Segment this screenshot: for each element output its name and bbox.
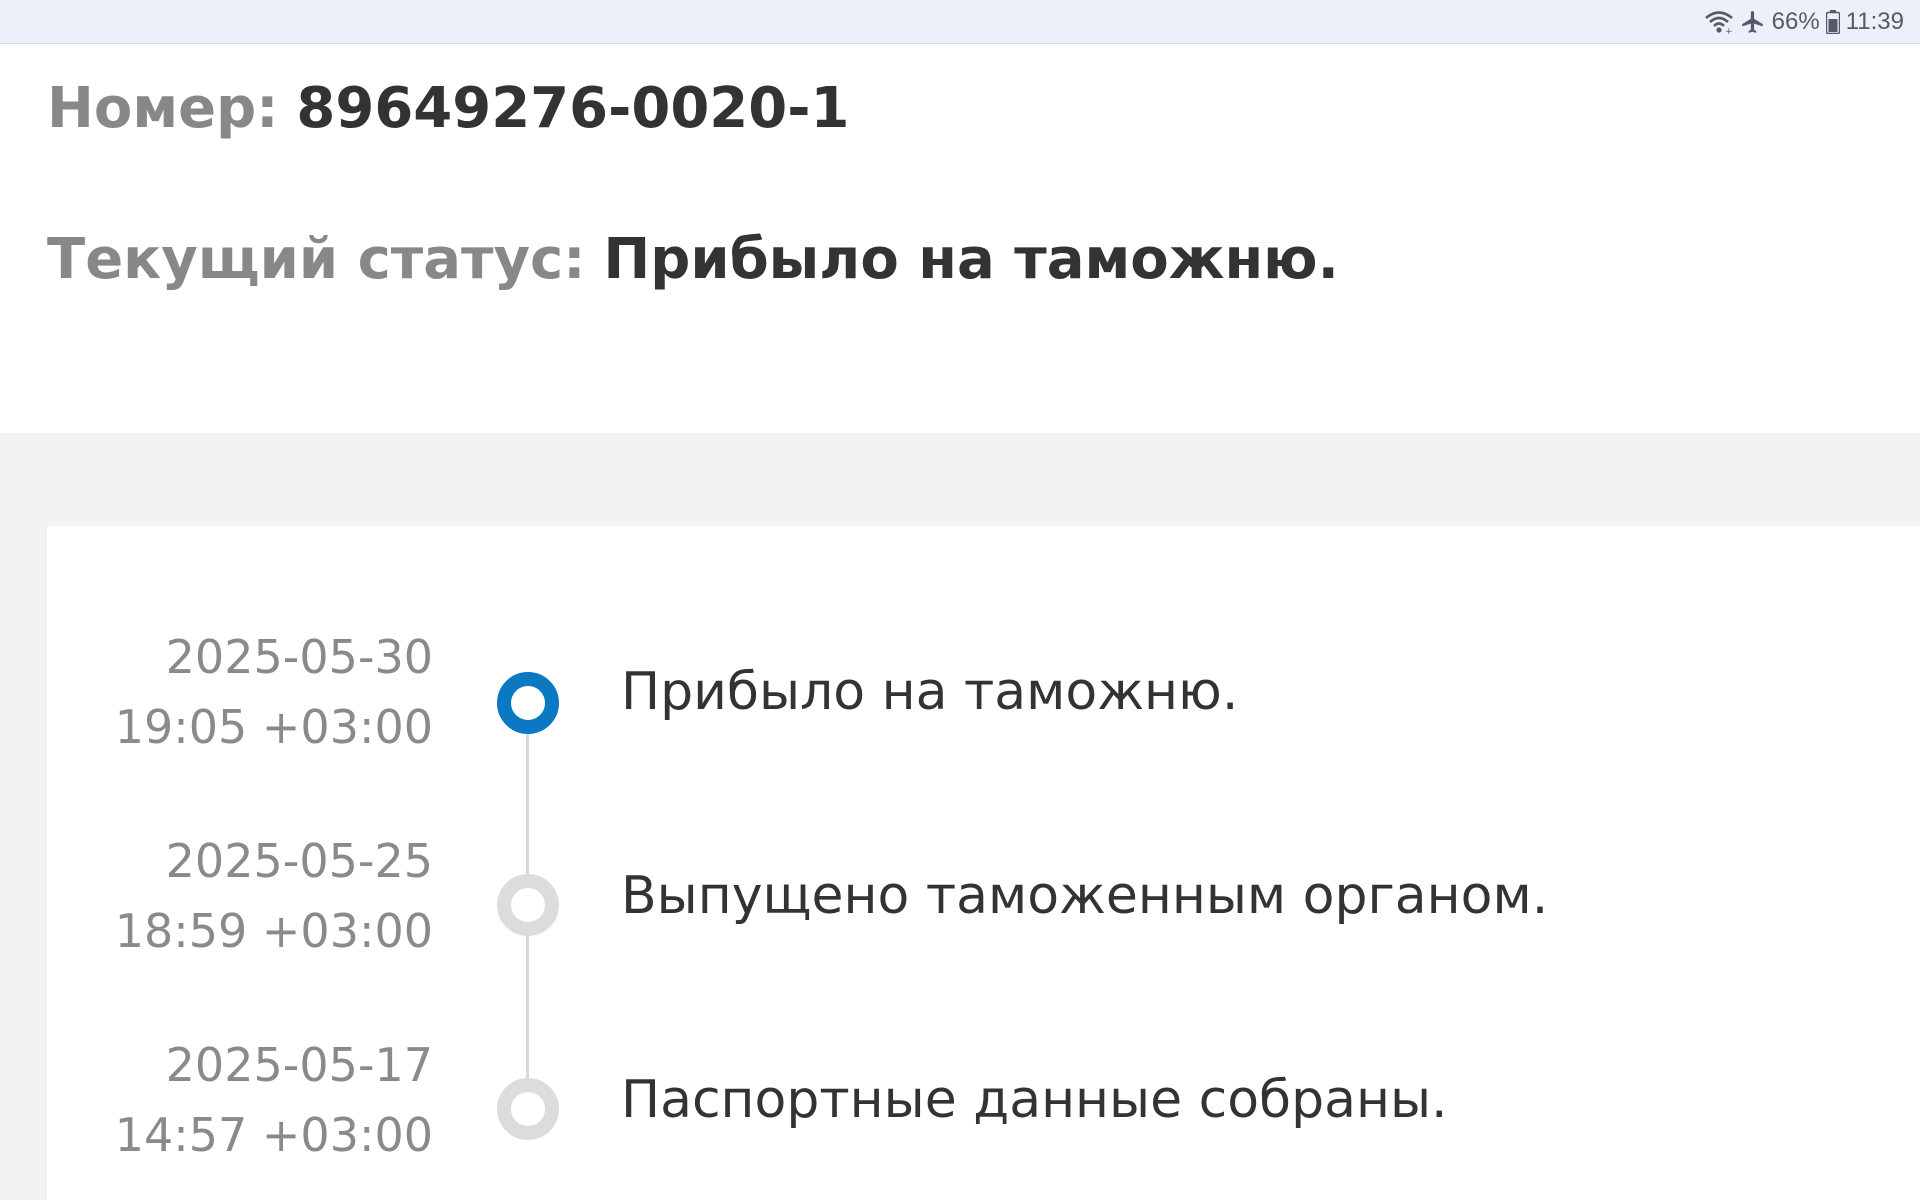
- event-datetime: 2025-05-17 14:57 +03:00: [115, 1030, 433, 1170]
- event-time: 14:57 +03:00: [114, 1108, 433, 1162]
- airplane-icon: [1740, 9, 1766, 35]
- svg-text:+: +: [1725, 27, 1733, 35]
- battery-percent: 66%: [1771, 7, 1820, 35]
- timeline-dot: [497, 874, 559, 936]
- event-datetime: 2025-05-25 18:59 +03:00: [115, 826, 433, 966]
- event-date: 2025-05-25: [165, 834, 433, 888]
- tracking-number-row: Номер: 89649276-0020-1: [47, 76, 849, 141]
- timeline-event: 2025-05-17 14:57 +03:00 Паспортные данны…: [0, 1030, 1920, 1170]
- tracking-number-label: Номер:: [47, 76, 279, 141]
- event-time: 19:05 +03:00: [114, 700, 433, 754]
- battery-icon: [1825, 9, 1840, 34]
- clock-time: 11:39: [1845, 7, 1904, 35]
- event-description: Прибыло на таможню.: [621, 662, 1239, 722]
- event-datetime: 2025-05-30 19:05 +03:00: [115, 622, 433, 762]
- current-status-value: Прибыло на таможню.: [603, 227, 1339, 292]
- wifi-icon: +: [1704, 9, 1734, 35]
- status-icons: + 66% 11:39: [1704, 0, 1904, 43]
- tracking-header: Номер: 89649276-0020-1 Текущий статус: П…: [0, 44, 1920, 433]
- current-status-label: Текущий статус:: [47, 227, 586, 292]
- event-description: Выпущено таможенным органом.: [621, 866, 1549, 926]
- event-time: 18:59 +03:00: [114, 904, 433, 958]
- tracking-number-value: 89649276-0020-1: [296, 76, 850, 141]
- timeline-dot: [497, 1078, 559, 1140]
- event-date: 2025-05-30: [165, 630, 433, 684]
- event-description: Паспортные данные собраны.: [621, 1070, 1448, 1130]
- current-status-row: Текущий статус: Прибыло на таможню.: [47, 227, 1339, 292]
- timeline-dot-active: [497, 672, 559, 734]
- timeline-event: 2025-05-25 18:59 +03:00 Выпущено таможен…: [0, 826, 1920, 966]
- timeline-event: 2025-05-30 19:05 +03:00 Прибыло на тамож…: [0, 622, 1920, 762]
- system-status-bar: + 66% 11:39: [0, 0, 1920, 44]
- event-date: 2025-05-17: [165, 1038, 433, 1092]
